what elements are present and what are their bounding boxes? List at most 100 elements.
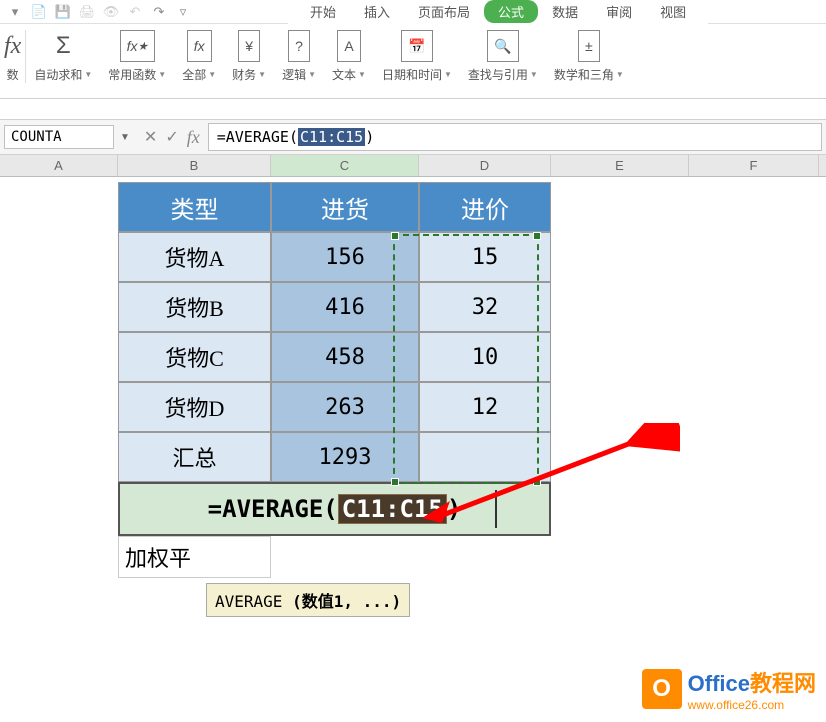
col-header-F[interactable]: F xyxy=(689,155,819,176)
header-type[interactable]: 类型 xyxy=(118,182,271,232)
ribbon-label: 日期和时间▼ xyxy=(382,66,452,83)
header-stock[interactable]: 进货 xyxy=(271,182,419,232)
chevron-down-icon: ▼ xyxy=(308,70,316,79)
tab-pagelayout[interactable]: 页面布局 xyxy=(404,0,484,23)
chevron-down-icon: ▼ xyxy=(84,70,92,79)
math-icon: ± xyxy=(578,30,600,62)
active-formula-cell[interactable]: =AVERAGE(C11:C15) xyxy=(118,482,551,536)
table-cell[interactable]: 263 xyxy=(271,382,419,432)
tooltip-args: (数值1, ...) xyxy=(292,592,401,611)
table-cell[interactable]: 10 xyxy=(419,332,551,382)
ribbon: fx 数 Σ 自动求和▼ fx★ 常用函数▼ fx 全部▼ ¥ 财务▼ ? 逻辑… xyxy=(0,24,826,99)
watermark-url: www.office26.com xyxy=(688,698,816,712)
formula-prefix: =AVERAGE( xyxy=(217,128,298,146)
table-cell[interactable]: 15 xyxy=(419,232,551,282)
ribbon-math[interactable]: ± 数学和三角▼ xyxy=(546,30,632,83)
ribbon-label: 数学和三角▼ xyxy=(554,66,624,83)
watermark-brand: Office教程网 xyxy=(688,666,816,698)
table-cell[interactable]: 32 xyxy=(419,282,551,332)
table-cell[interactable]: 货物D xyxy=(118,382,271,432)
ribbon-finance[interactable]: ¥ 财务▼ xyxy=(224,30,274,83)
logic-icon: ? xyxy=(288,30,310,62)
name-box[interactable]: COUNTA xyxy=(4,125,114,149)
chevron-down-icon: ▼ xyxy=(444,70,452,79)
print-icon[interactable]: 🖨 xyxy=(76,2,98,22)
col-header-C[interactable]: C xyxy=(271,155,419,176)
cancel-icon[interactable]: ✕ xyxy=(144,127,157,147)
chevron-down-icon: ▼ xyxy=(258,70,266,79)
ribbon-label: 文本▼ xyxy=(332,66,366,83)
ribbon-label: 数 xyxy=(7,66,19,83)
table-cell[interactable]: 货物C xyxy=(118,332,271,382)
formula-suffix: ) xyxy=(365,128,374,146)
ribbon-label: 自动求和▼ xyxy=(34,66,92,83)
search-icon: 🔍 xyxy=(487,30,518,62)
col-header-D[interactable]: D xyxy=(419,155,551,176)
table-cell[interactable]: 458 xyxy=(271,332,419,382)
function-tooltip[interactable]: AVERAGE (数值1, ...) xyxy=(206,583,410,617)
ribbon-label: 财务▼ xyxy=(232,66,266,83)
ribbon-autosum[interactable]: Σ 自动求和▼ xyxy=(26,30,100,83)
range-reference: C11:C15 xyxy=(338,494,447,524)
text-cursor xyxy=(495,490,497,528)
chevron-down-icon: ▼ xyxy=(616,70,624,79)
ribbon-insert-fn[interactable]: fx 数 xyxy=(0,30,26,83)
save-icon[interactable]: 💾 xyxy=(52,2,74,22)
watermark: O Office教程网 www.office26.com xyxy=(642,666,816,712)
table-cell[interactable]: 汇总 xyxy=(118,432,271,482)
col-header-E[interactable]: E xyxy=(551,155,689,176)
tooltip-fn-name: AVERAGE xyxy=(215,592,282,611)
tab-review[interactable]: 审阅 xyxy=(592,0,646,23)
chevron-down-icon: ▼ xyxy=(208,70,216,79)
tab-insert[interactable]: 插入 xyxy=(350,0,404,23)
col-header-A[interactable]: A xyxy=(0,155,118,176)
money-icon: ¥ xyxy=(238,30,260,62)
fx-icon: fx xyxy=(4,30,21,62)
table-cell[interactable]: 1293 xyxy=(271,432,419,482)
table-cell[interactable]: 12 xyxy=(419,382,551,432)
ribbon-label: 全部▼ xyxy=(182,66,216,83)
tab-formula[interactable]: 公式 xyxy=(484,0,538,23)
redo-icon[interactable]: ↷ xyxy=(148,2,170,22)
chevron-down-icon: ▼ xyxy=(358,70,366,79)
table-cell[interactable]: 货物A xyxy=(118,232,271,282)
ribbon-label: 逻辑▼ xyxy=(282,66,316,83)
formula-text: ) xyxy=(447,495,461,523)
header-price[interactable]: 进价 xyxy=(419,182,551,232)
ribbon-lookup[interactable]: 🔍 查找与引用▼ xyxy=(460,30,546,83)
fx-star-icon: fx★ xyxy=(120,30,155,62)
preview-icon[interactable]: 👁 xyxy=(100,2,122,22)
data-table: 类型 进货 进价 货物A 156 15 货物B 416 32 货物C 458 1… xyxy=(118,182,551,578)
spreadsheet-grid[interactable]: A B C D E F 类型 进货 进价 货物A 156 15 货物B 416 … xyxy=(0,155,826,177)
ribbon-logic[interactable]: ? 逻辑▼ xyxy=(274,30,324,83)
ribbon-tabs: 开始 插入 页面布局 公式 数据 审阅 视图 xyxy=(288,0,708,24)
file-menu-icon[interactable]: ▾ xyxy=(4,2,26,22)
ribbon-common-fn[interactable]: fx★ 常用函数▼ xyxy=(100,30,174,83)
formula-text: =AVERAGE( xyxy=(208,495,338,523)
table-cell[interactable] xyxy=(419,432,551,482)
more-icon[interactable]: ▿ xyxy=(172,2,194,22)
save-as-icon[interactable]: 📄 xyxy=(28,2,50,22)
text-icon: A xyxy=(337,30,360,62)
formula-input[interactable]: =AVERAGE(C11:C15) xyxy=(208,123,822,151)
table-cell[interactable]: 加权平 xyxy=(118,536,271,578)
tab-data[interactable]: 数据 xyxy=(538,0,592,23)
ribbon-all-fn[interactable]: fx 全部▼ xyxy=(174,30,224,83)
tab-view[interactable]: 视图 xyxy=(646,0,700,23)
ribbon-label: 常用函数▼ xyxy=(108,66,166,83)
fx-icon[interactable]: fx xyxy=(187,127,200,148)
table-cell[interactable]: 货物B xyxy=(118,282,271,332)
table-cell[interactable]: 416 xyxy=(271,282,419,332)
name-box-dropdown[interactable]: ▼ xyxy=(114,132,136,143)
sigma-icon: Σ xyxy=(56,30,71,62)
formula-bar: COUNTA ▼ ✕ ✓ fx =AVERAGE(C11:C15) xyxy=(0,119,826,155)
chevron-down-icon: ▼ xyxy=(158,70,166,79)
ribbon-text[interactable]: A 文本▼ xyxy=(324,30,374,83)
chevron-down-icon: ▼ xyxy=(530,70,538,79)
tab-home[interactable]: 开始 xyxy=(296,0,350,23)
undo-icon[interactable]: ↶ xyxy=(124,2,146,22)
accept-icon[interactable]: ✓ xyxy=(165,127,178,147)
ribbon-datetime[interactable]: 📅 日期和时间▼ xyxy=(374,30,460,83)
col-header-B[interactable]: B xyxy=(118,155,271,176)
table-cell[interactable]: 156 xyxy=(271,232,419,282)
